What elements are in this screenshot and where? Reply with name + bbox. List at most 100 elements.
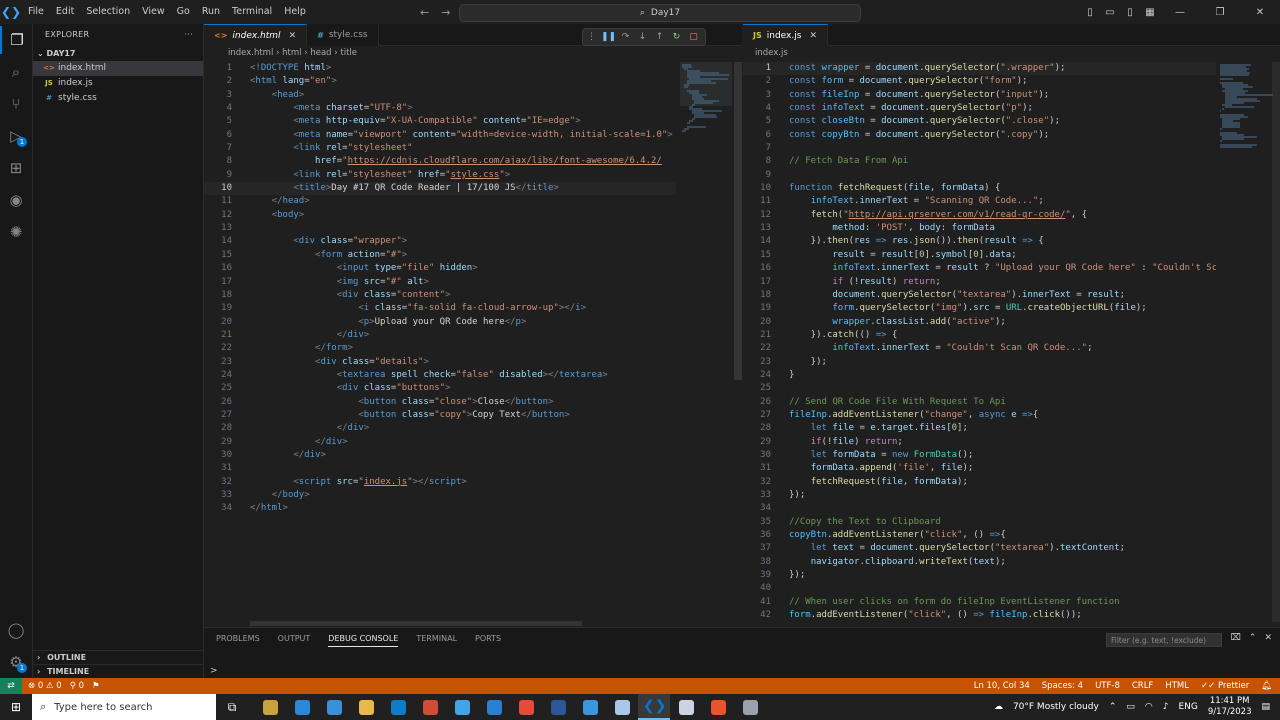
back-arrow-icon[interactable]: ← xyxy=(420,6,429,19)
toggle-sidebar-icon[interactable]: ▯ xyxy=(1082,7,1098,18)
settings-sync-icon[interactable]: ✺ xyxy=(0,218,32,246)
manage-gear-icon[interactable]: ⚙ 1 xyxy=(0,648,32,676)
taskbar-search-box[interactable]: ⌕ Type here to search xyxy=(32,694,216,720)
close-tab-icon[interactable]: ✕ xyxy=(809,31,817,41)
html-code-editor[interactable]: 1 <!DOCTYPE html> 2 <html lang="en"> 3 <head… xyxy=(204,62,676,622)
line-endings[interactable]: CRLF xyxy=(1132,681,1153,691)
stop-icon[interactable]: ▢ xyxy=(685,32,702,42)
indentation[interactable]: Spaces: 4 xyxy=(1042,681,1083,691)
tray-overflow-icon[interactable]: ⌃ xyxy=(1109,702,1117,712)
left-horizontal-scrollbar[interactable] xyxy=(250,621,582,626)
notifications-icon[interactable]: 🔔︎ xyxy=(1261,681,1272,691)
tab-index-js[interactable]: JS index.js ✕ xyxy=(743,24,828,46)
taskbar-app-icon[interactable] xyxy=(702,694,734,720)
taskbar-app-icon[interactable] xyxy=(382,694,414,720)
panel-tab-ports[interactable]: PORTS xyxy=(475,634,501,647)
pause-icon[interactable]: ❚❚ xyxy=(600,32,617,42)
menu-item-view[interactable]: View xyxy=(136,0,171,24)
close-panel-icon[interactable]: ✕ xyxy=(1264,633,1272,643)
timeline-section[interactable]: › TIMELINE xyxy=(33,664,203,678)
menu-item-go[interactable]: Go xyxy=(171,0,196,24)
more-actions-icon[interactable]: ··· xyxy=(184,24,193,46)
account-icon[interactable]: ◯ xyxy=(0,616,32,644)
maximize-panel-icon[interactable]: ⌃ xyxy=(1249,633,1257,643)
explorer-icon[interactable]: ❐ xyxy=(0,26,32,54)
breadcrumb-item[interactable]: index.html xyxy=(228,48,273,58)
close-tab-icon[interactable]: ✕ xyxy=(289,31,297,41)
breadcrumb-item[interactable]: title xyxy=(340,48,357,58)
encoding[interactable]: UTF-8 xyxy=(1095,681,1120,691)
close-window-button[interactable]: ✕ xyxy=(1242,7,1278,18)
menu-item-help[interactable]: Help xyxy=(278,0,312,24)
step-out-icon[interactable]: ↑ xyxy=(651,32,668,42)
problems-status[interactable]: ⊗ 0 ⚠ 0 xyxy=(28,681,62,691)
file-item-index-js[interactable]: JS index.js xyxy=(33,76,203,91)
ports-status[interactable]: ⚲ 0 xyxy=(70,681,84,691)
menu-item-file[interactable]: File xyxy=(22,0,50,24)
restart-icon[interactable]: ↻ xyxy=(668,32,685,42)
drag-handle-icon[interactable]: ⋮ xyxy=(583,32,600,42)
taskbar-app-icon[interactable] xyxy=(254,694,286,720)
clear-console-icon[interactable]: ⌧ xyxy=(1231,633,1241,643)
breadcrumb-item[interactable]: html xyxy=(282,48,301,58)
search-activity-icon[interactable]: ⌕ xyxy=(0,58,32,86)
taskbar-app-icon[interactable] xyxy=(350,694,382,720)
taskbar-app-icon[interactable] xyxy=(318,694,350,720)
taskbar-app-icon[interactable] xyxy=(574,694,606,720)
clock[interactable]: 11:41 PM 9/17/2023 xyxy=(1208,696,1252,718)
right-vertical-scrollbar[interactable] xyxy=(1272,62,1280,622)
prettier-status[interactable]: ✓✓ Prettier xyxy=(1201,681,1249,691)
taskbar-app-icon[interactable] xyxy=(286,694,318,720)
forward-arrow-icon[interactable]: → xyxy=(441,6,450,19)
right-minimap[interactable] xyxy=(1216,62,1273,622)
windows-start-icon[interactable]: ⊞ xyxy=(0,700,32,714)
notification-center-icon[interactable]: ▤ xyxy=(1261,702,1270,712)
panel-tab-problems[interactable]: PROBLEMS xyxy=(216,634,260,647)
debug-console-filter-input[interactable]: Filter (e.g. text, !exclude) xyxy=(1106,633,1222,647)
folder-day17[interactable]: ⌄ DAY17 xyxy=(33,46,203,61)
restore-button[interactable]: ❐ xyxy=(1202,7,1238,18)
taskbar-app-icon[interactable]: ❮❯ xyxy=(638,694,670,720)
toggle-secondary-sidebar-icon[interactable]: ▯ xyxy=(1122,7,1138,18)
menu-item-selection[interactable]: Selection xyxy=(80,0,136,24)
network-icon[interactable]: ▭ xyxy=(1126,702,1135,712)
panel-tab-terminal[interactable]: TERMINAL xyxy=(416,634,457,647)
tab-index-html[interactable]: <> index.html ✕ xyxy=(204,24,308,46)
customize-layout-icon[interactable]: ▦ xyxy=(1142,7,1158,18)
panel-tab-debug-console[interactable]: DEBUG CONSOLE xyxy=(328,634,399,647)
outline-section[interactable]: › OUTLINE xyxy=(33,650,203,664)
breadcrumb-item[interactable]: index.js xyxy=(755,48,788,58)
weather-text[interactable]: 70°F Mostly cloudy xyxy=(1013,702,1099,712)
cursor-position[interactable]: Ln 10, Col 34 xyxy=(974,681,1030,691)
panel-tab-output[interactable]: OUTPUT xyxy=(278,634,311,647)
taskbar-app-icon[interactable] xyxy=(670,694,702,720)
wifi-icon[interactable]: ◠ xyxy=(1145,702,1153,712)
weather-icon[interactable]: ☁ xyxy=(994,702,1003,712)
taskbar-app-icon[interactable] xyxy=(542,694,574,720)
step-over-icon[interactable]: ↷ xyxy=(617,32,634,42)
json-extension-icon[interactable]: ◉ xyxy=(0,186,32,214)
left-vertical-scrollbar[interactable] xyxy=(734,62,742,380)
taskbar-app-icon[interactable] xyxy=(734,694,766,720)
taskbar-app-icon[interactable] xyxy=(478,694,510,720)
file-item-style-css[interactable]: # style.css xyxy=(33,91,203,106)
taskbar-app-icon[interactable] xyxy=(510,694,542,720)
extensions-icon[interactable]: ⊞ xyxy=(0,154,32,182)
remote-indicator-icon[interactable]: ⇄ xyxy=(0,678,22,694)
menu-item-run[interactable]: Run xyxy=(196,0,226,24)
task-view-icon[interactable]: ⧉ xyxy=(216,694,248,720)
left-minimap[interactable] xyxy=(676,62,734,622)
file-item-index-html[interactable]: <> index.html xyxy=(33,61,203,76)
volume-icon[interactable]: ♪ xyxy=(1163,702,1169,712)
menu-item-terminal[interactable]: Terminal xyxy=(226,0,278,24)
step-into-icon[interactable]: ↓ xyxy=(634,32,651,42)
taskbar-app-icon[interactable] xyxy=(414,694,446,720)
language-mode[interactable]: HTML xyxy=(1165,681,1189,691)
toggle-panel-icon[interactable]: ▭ xyxy=(1102,7,1118,18)
tab-style-css[interactable]: # style.css xyxy=(307,24,379,46)
command-center-search[interactable]: ⌕ Day17 xyxy=(459,4,861,22)
source-control-icon[interactable]: ⑂ xyxy=(0,90,32,118)
js-code-editor[interactable]: 1 const wrapper = document.querySelector(… xyxy=(743,62,1216,622)
menu-item-edit[interactable]: Edit xyxy=(50,0,80,24)
taskbar-app-icon[interactable] xyxy=(606,694,638,720)
